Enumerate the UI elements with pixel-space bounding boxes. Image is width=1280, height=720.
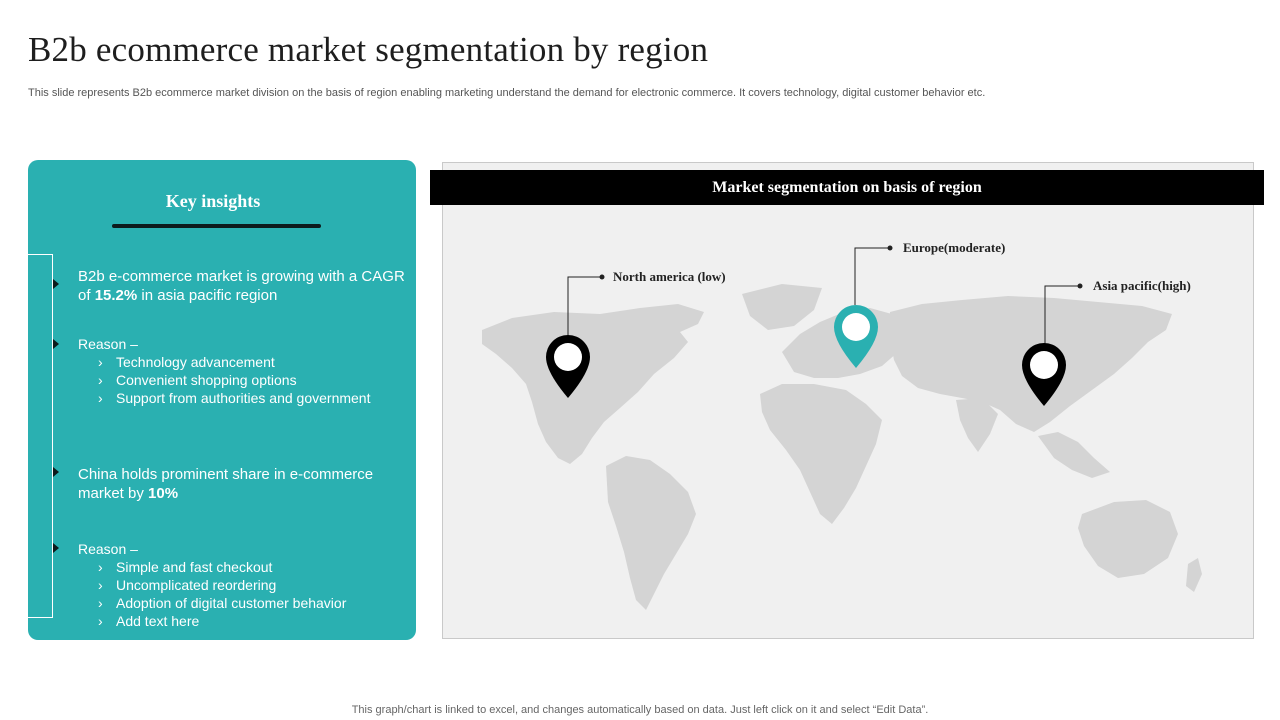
pin-hole bbox=[554, 343, 582, 371]
insight-highlight: 15.2% bbox=[94, 287, 138, 304]
world-map bbox=[482, 245, 1202, 610]
footnote: This graph/chart is linked to excel, and… bbox=[351, 704, 929, 716]
connector-dot bbox=[1077, 283, 1083, 289]
reason-block-2: Reason – Simple and fast checkout Uncomp… bbox=[78, 540, 408, 630]
insight-point-2: China holds prominent share in e-commerc… bbox=[78, 465, 408, 503]
insights-bracket bbox=[28, 254, 53, 618]
insight-point-1: B2b e-commerce market is growing with a … bbox=[78, 267, 408, 305]
reason-item: Support from authorities and government bbox=[98, 389, 408, 407]
pin-label-europe: Europe(moderate) bbox=[903, 240, 1006, 255]
pin-hole bbox=[1030, 351, 1058, 379]
slide-title: B2b ecommerce market segmentation by reg… bbox=[28, 30, 709, 69]
pin-hole bbox=[842, 313, 870, 341]
reason-item: Simple and fast checkout bbox=[98, 558, 408, 576]
reason-item: Convenient shopping options bbox=[98, 371, 408, 389]
reason-item: Uncomplicated reordering bbox=[98, 576, 408, 594]
reason-item: Add text here bbox=[98, 612, 408, 630]
slide-subtitle: This slide represents B2b ecommerce mark… bbox=[28, 87, 986, 99]
reason-list: Simple and fast checkout Uncomplicated r… bbox=[78, 558, 408, 630]
reason-item: Technology advancement bbox=[98, 353, 408, 371]
africa-shape bbox=[760, 384, 882, 524]
pin-label-asia-pacific: Asia pacific(high) bbox=[1093, 278, 1191, 293]
bullet-arrow-icon bbox=[53, 279, 59, 289]
australia-shape bbox=[1078, 500, 1178, 578]
pin-label-north-america: North america (low) bbox=[613, 269, 726, 284]
bullet-arrow-icon bbox=[53, 543, 59, 553]
reason-item: Adoption of digital customer behavior bbox=[98, 594, 408, 612]
connector-europe bbox=[854, 247, 890, 305]
south-america-shape bbox=[606, 456, 696, 610]
insight-highlight: 10% bbox=[148, 485, 179, 502]
southeast-asia-shape bbox=[1038, 432, 1110, 478]
insight-text: China holds prominent share in e-commerc… bbox=[78, 466, 374, 502]
greenland-shape bbox=[742, 284, 822, 330]
reason-label: Reason – bbox=[78, 541, 138, 557]
bullet-arrow-icon bbox=[53, 339, 59, 349]
reason-list: Technology advancement Convenient shoppi… bbox=[78, 353, 408, 407]
new-zealand-shape bbox=[1186, 558, 1202, 592]
heading-underline bbox=[112, 224, 321, 228]
bullet-arrow-icon bbox=[53, 467, 59, 477]
key-insights-panel: Key insights B2b e-commerce market is gr… bbox=[28, 160, 416, 640]
reason-block-1: Reason – Technology advancement Convenie… bbox=[78, 335, 408, 407]
connector-dot bbox=[599, 274, 605, 280]
connector-dot bbox=[887, 245, 893, 251]
map-header: Market segmentation on basis of region bbox=[430, 170, 1264, 205]
reason-label: Reason – bbox=[78, 336, 138, 352]
key-insights-heading: Key insights bbox=[165, 191, 261, 211]
north-america-shape bbox=[482, 304, 704, 464]
insight-text: in asia pacific region bbox=[137, 287, 278, 304]
